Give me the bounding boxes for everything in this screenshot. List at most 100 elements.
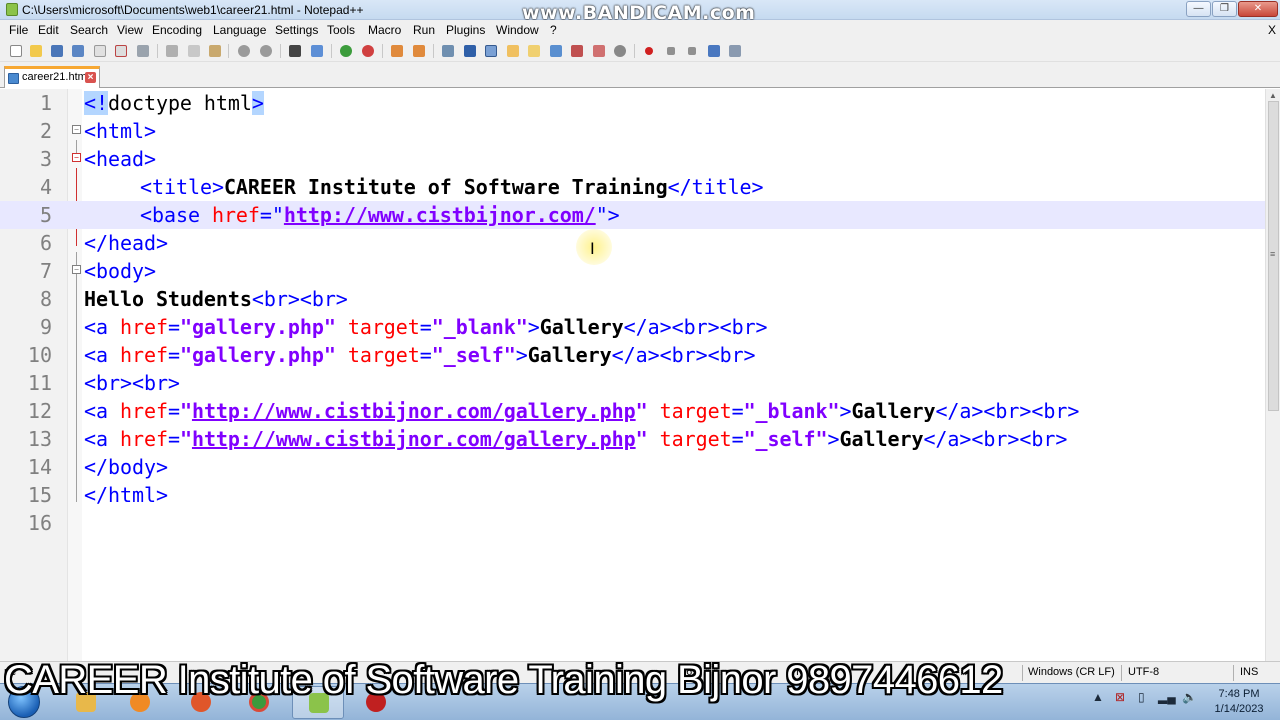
code-text: <a href="http://www.cistbijnor.com/galle… bbox=[84, 427, 1068, 451]
line-number: 15 bbox=[27, 483, 52, 507]
code-text: <a href="gallery.php" target="_blank">Ga… bbox=[84, 315, 768, 339]
find-icon[interactable] bbox=[287, 43, 303, 59]
status-encoding: UTF-8 bbox=[1128, 666, 1160, 678]
menu-macro[interactable]: Macro bbox=[368, 23, 401, 37]
fold-collapse-icon[interactable]: − bbox=[72, 125, 81, 134]
code-line-11: 11 <br><br> bbox=[0, 369, 1265, 397]
line-number: 5 bbox=[39, 203, 52, 227]
text-cursor-icon: I bbox=[590, 239, 595, 258]
tab-career21-html[interactable]: career21.html × bbox=[4, 66, 100, 88]
menu-plugins[interactable]: Plugins bbox=[446, 23, 485, 37]
fold-collapse-icon[interactable]: − bbox=[72, 153, 81, 162]
menu-bar: File Edit Search View Encoding Language … bbox=[0, 20, 1280, 40]
vertical-scrollbar[interactable]: ▲ ≡ bbox=[1265, 89, 1280, 661]
line-number: 12 bbox=[27, 399, 52, 423]
video-caption-overlay: CAREER Institute of Software Training Bi… bbox=[4, 658, 1003, 702]
paste-icon[interactable] bbox=[207, 43, 223, 59]
code-line-6: 6 </head> bbox=[0, 229, 1265, 257]
new-file-icon[interactable] bbox=[8, 43, 24, 59]
code-editor[interactable]: 1 <!doctype html> 2 − <html> 3 − <head> … bbox=[0, 89, 1265, 661]
line-number: 14 bbox=[27, 455, 52, 479]
indent-guide-icon[interactable] bbox=[483, 43, 499, 59]
all-chars-icon[interactable] bbox=[462, 43, 478, 59]
close-icon[interactable] bbox=[92, 43, 108, 59]
code-line-15: 15 </html> bbox=[0, 481, 1265, 509]
line-number: 10 bbox=[27, 343, 52, 367]
stop-macro-icon[interactable] bbox=[663, 43, 679, 59]
taskbar-clock[interactable]: 7:48 PM 1/14/2023 bbox=[1206, 687, 1272, 717]
menu-search[interactable]: Search bbox=[70, 23, 108, 37]
code-line-9: 9 <a href="gallery.php" target="_blank">… bbox=[0, 313, 1265, 341]
run-multiple-macro-icon[interactable] bbox=[706, 43, 722, 59]
close-window-button[interactable]: ✕ bbox=[1238, 1, 1278, 17]
tray-signal-icon[interactable]: ▂▄ bbox=[1158, 690, 1176, 704]
file-icon bbox=[8, 73, 19, 84]
scroll-up-icon[interactable]: ▲ bbox=[1269, 91, 1277, 100]
print-icon[interactable] bbox=[135, 43, 151, 59]
record-macro-icon[interactable] bbox=[641, 43, 657, 59]
word-wrap-icon[interactable] bbox=[440, 43, 456, 59]
sync-v-icon[interactable] bbox=[389, 43, 405, 59]
maximize-button[interactable]: ❐ bbox=[1212, 1, 1237, 17]
tray-network-warning-icon[interactable]: ⊠ bbox=[1115, 690, 1125, 704]
clock-time: 7:48 PM bbox=[1218, 688, 1260, 700]
monitor-icon[interactable] bbox=[591, 43, 607, 59]
clock-date: 1/14/2023 bbox=[1214, 703, 1264, 715]
code-text: <base href="http://www.cistbijnor.com/"> bbox=[140, 203, 620, 227]
menu-encoding[interactable]: Encoding bbox=[152, 23, 202, 37]
folder-workspace-icon[interactable] bbox=[569, 43, 585, 59]
line-number: 6 bbox=[39, 231, 52, 255]
save-macro-icon[interactable] bbox=[727, 43, 743, 59]
line-number: 3 bbox=[39, 147, 52, 171]
function-list-icon[interactable] bbox=[548, 43, 564, 59]
redo-icon[interactable] bbox=[258, 43, 274, 59]
eye-icon[interactable] bbox=[612, 43, 628, 59]
line-number: 9 bbox=[39, 315, 52, 339]
close-all-icon[interactable] bbox=[113, 43, 129, 59]
replace-icon[interactable] bbox=[309, 43, 325, 59]
menu-settings[interactable]: Settings bbox=[275, 23, 318, 37]
fold-collapse-icon[interactable]: − bbox=[72, 265, 81, 274]
code-line-16: 16 bbox=[0, 509, 1265, 537]
code-text: <head> bbox=[84, 147, 156, 171]
toolbar bbox=[0, 40, 1280, 62]
code-text: </html> bbox=[84, 483, 168, 507]
minimize-button[interactable]: — bbox=[1186, 1, 1211, 17]
undo-icon[interactable] bbox=[236, 43, 252, 59]
code-text: <a href="gallery.php" target="_self">Gal… bbox=[84, 343, 756, 367]
code-line-12: 12 <a href="http://www.cistbijnor.com/ga… bbox=[0, 397, 1265, 425]
close-document-x[interactable]: X bbox=[1268, 23, 1276, 37]
document-tab-bar: career21.html × bbox=[0, 62, 1280, 88]
menu-run[interactable]: Run bbox=[413, 23, 435, 37]
doc-map-icon[interactable] bbox=[526, 43, 542, 59]
menu-file[interactable]: File bbox=[9, 23, 28, 37]
status-insert-mode: INS bbox=[1240, 666, 1259, 678]
code-line-1: 1 <!doctype html> bbox=[0, 89, 1265, 117]
tab-close-icon[interactable]: × bbox=[85, 72, 96, 83]
code-line-10: 10 <a href="gallery.php" target="_self">… bbox=[0, 341, 1265, 369]
tray-expand-icon[interactable]: ▲ bbox=[1092, 690, 1104, 704]
line-number: 2 bbox=[39, 119, 52, 143]
tray-volume-icon[interactable]: 🔈 bbox=[1182, 690, 1197, 704]
tray-battery-icon[interactable]: ▯ bbox=[1138, 690, 1145, 704]
menu-tools[interactable]: Tools bbox=[327, 23, 355, 37]
menu-view[interactable]: View bbox=[117, 23, 143, 37]
line-number: 16 bbox=[27, 511, 52, 535]
lang-icon[interactable] bbox=[505, 43, 521, 59]
sync-h-icon[interactable] bbox=[411, 43, 427, 59]
code-line-5: 5 <base href="http://www.cistbijnor.com/… bbox=[0, 201, 1265, 229]
copy-icon[interactable] bbox=[186, 43, 202, 59]
line-number: 8 bbox=[39, 287, 52, 311]
menu-window[interactable]: Window bbox=[496, 23, 539, 37]
save-all-icon[interactable] bbox=[70, 43, 86, 59]
menu-language[interactable]: Language bbox=[213, 23, 266, 37]
zoom-in-icon[interactable] bbox=[338, 43, 354, 59]
open-file-icon[interactable] bbox=[28, 43, 44, 59]
code-text: <body> bbox=[84, 259, 156, 283]
save-icon[interactable] bbox=[49, 43, 65, 59]
cut-icon[interactable] bbox=[164, 43, 180, 59]
menu-edit[interactable]: Edit bbox=[38, 23, 59, 37]
menu-help[interactable]: ? bbox=[550, 23, 557, 37]
zoom-out-icon[interactable] bbox=[360, 43, 376, 59]
play-macro-icon[interactable] bbox=[684, 43, 700, 59]
